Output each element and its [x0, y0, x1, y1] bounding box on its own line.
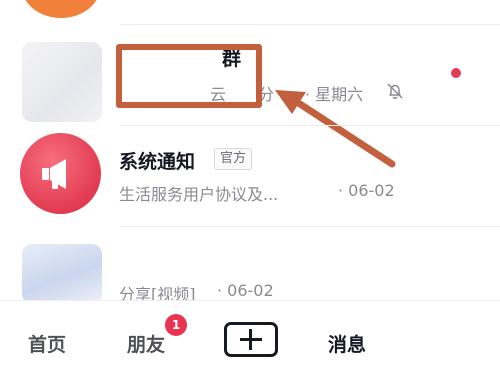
tab-home[interactable]: 首页: [28, 330, 66, 357]
row-divider: [120, 125, 500, 126]
tab-messages[interactable]: 消息: [328, 330, 366, 357]
conversation-time: · 06-02: [338, 181, 395, 200]
tab-friends[interactable]: 朋友: [127, 330, 165, 357]
conversation-preview: 生活服务用户协议及...: [119, 185, 279, 204]
conversation-title: 系统通知: [119, 151, 196, 173]
friends-notification-badge: 1: [165, 314, 187, 336]
megaphone-icon: [42, 159, 66, 189]
conversation-time: · 06-02: [217, 281, 274, 300]
system-notice-avatar[interactable]: [20, 133, 101, 214]
create-plus-button[interactable]: [224, 322, 278, 357]
official-badge: 官方: [214, 148, 253, 170]
conversation-avatar[interactable]: [22, 244, 102, 304]
row-divider: [120, 226, 500, 227]
